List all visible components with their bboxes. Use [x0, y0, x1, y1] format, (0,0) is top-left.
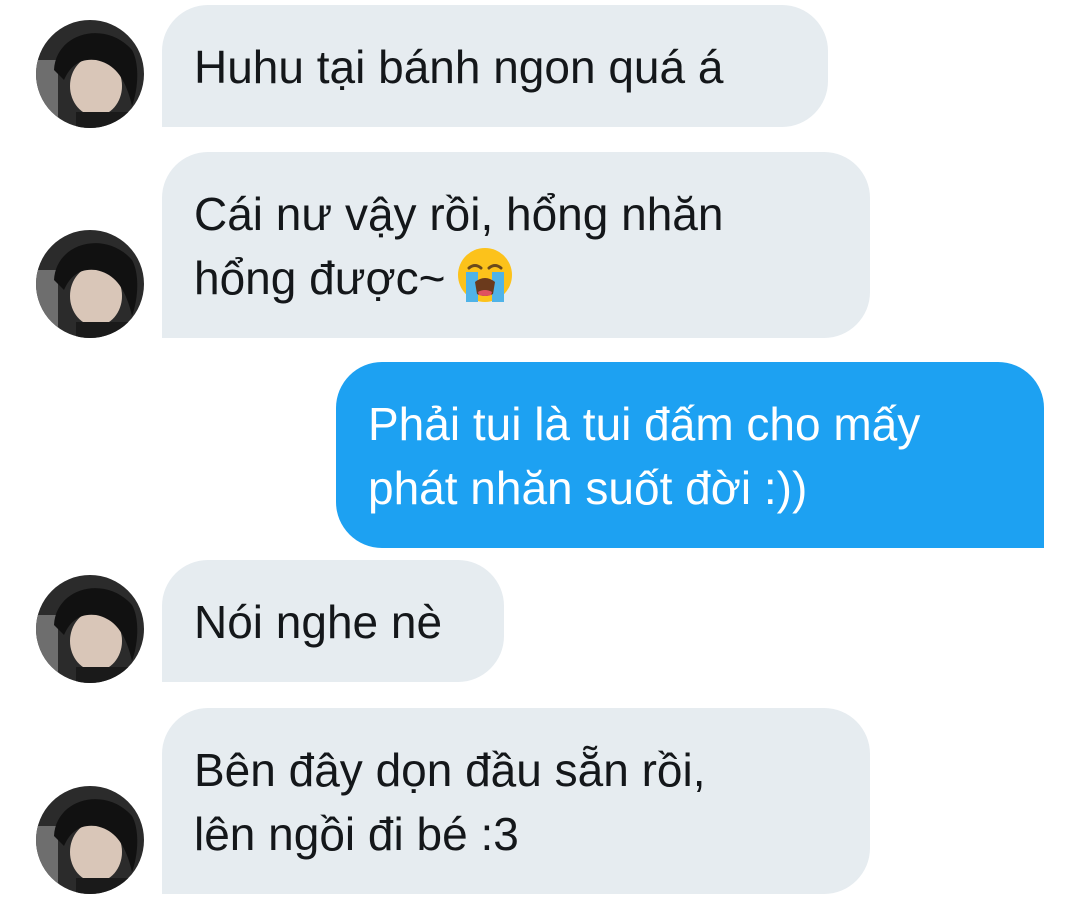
sender-avatar[interactable] — [36, 230, 144, 338]
message-bubble-received[interactable]: Huhu tại bánh ngon quá á — [162, 5, 828, 127]
message-text: hổng được~ — [194, 252, 446, 304]
sender-avatar[interactable] — [36, 20, 144, 128]
loudly-crying-face-icon — [456, 246, 514, 320]
message-text: Bên đây dọn đầu sẵn rồi, — [194, 744, 706, 796]
message-thread: Huhu tại bánh ngon quá á Cái nư vậy rồi,… — [0, 0, 1080, 898]
sender-avatar[interactable] — [36, 786, 144, 894]
message-bubble-received[interactable]: Nói nghe nè — [162, 560, 504, 682]
message-text-with-emoji: hổng được~ — [194, 246, 838, 320]
message-text: Cái nư vậy rồi, hổng nhăn — [194, 188, 724, 240]
message-bubble-received[interactable]: Cái nư vậy rồi, hổng nhăn hổng được~ — [162, 152, 870, 338]
message-text: Huhu tại bánh ngon quá á — [194, 41, 724, 93]
message-text: lên ngồi đi bé :3 — [194, 808, 519, 860]
message-text: phát nhăn suốt đời :)) — [368, 462, 808, 514]
message-text: Phải tui là tui đấm cho mấy — [368, 398, 921, 450]
message-text: Nói nghe nè — [194, 596, 443, 648]
message-bubble-received[interactable]: Bên đây dọn đầu sẵn rồi, lên ngồi đi bé … — [162, 708, 870, 894]
sender-avatar[interactable] — [36, 575, 144, 683]
message-bubble-sent[interactable]: Phải tui là tui đấm cho mấy phát nhăn su… — [336, 362, 1044, 548]
